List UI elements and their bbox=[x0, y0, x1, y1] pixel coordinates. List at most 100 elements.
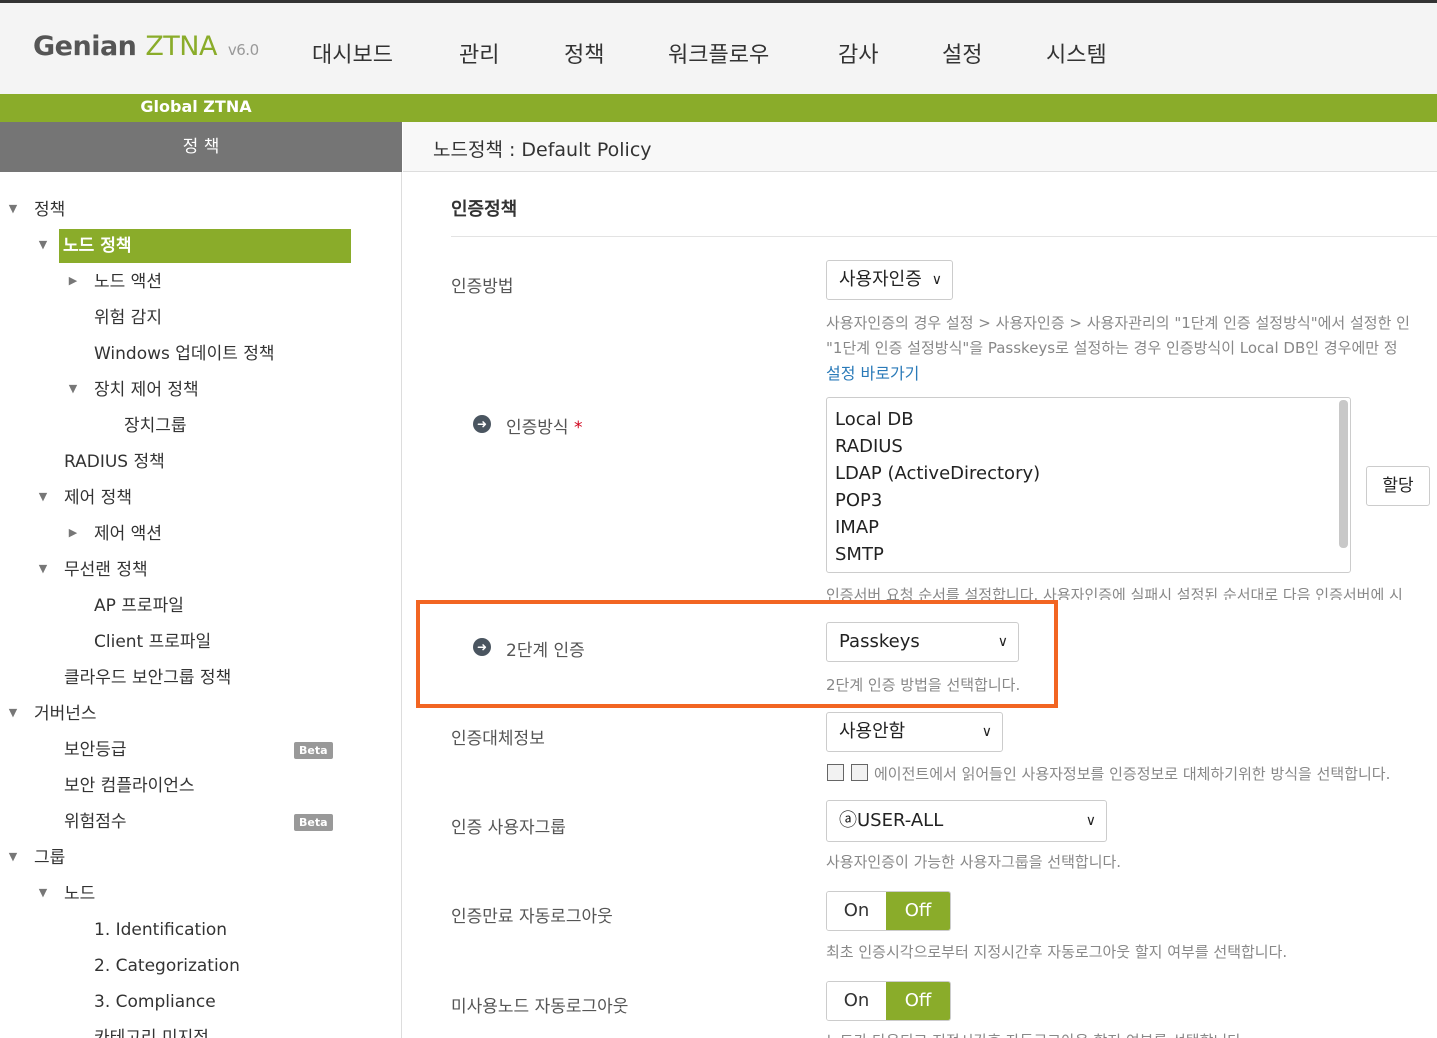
sidebar-title: 정 책 bbox=[0, 122, 402, 172]
arrow-right-circle-icon: ➜ bbox=[473, 638, 491, 656]
auth-method-label: 인증방법 bbox=[451, 277, 514, 297]
chevron-down-icon: ∨ bbox=[981, 724, 992, 740]
tree-radius-policy[interactable]: RADIUS 정책 bbox=[64, 445, 165, 479]
menu-policy[interactable]: 정책 bbox=[564, 37, 604, 69]
auth-method-help-1: 사용자인증의 경우 설정 > 사용자인증 > 사용자관리의 "1단계 인증 설정… bbox=[826, 314, 1410, 332]
logo[interactable]: Genian ZTNA v6.0 bbox=[33, 31, 259, 62]
caret-down-icon[interactable]: ▼ bbox=[66, 382, 80, 395]
tree-node[interactable]: 노드 bbox=[64, 877, 95, 911]
caret-down-icon[interactable]: ▼ bbox=[36, 238, 50, 251]
auth-method-select[interactable]: 사용자인증 ∨ bbox=[826, 260, 953, 300]
caret-down-icon[interactable]: ▼ bbox=[36, 490, 50, 503]
page-title: 노드정책 : Default Policy bbox=[433, 139, 652, 161]
caret-down-icon[interactable]: ▼ bbox=[36, 886, 50, 899]
alt-info-help: 에이전트에서 읽어들인 사용자정보를 인증정보로 대체하기위한 방식을 선택합니… bbox=[874, 765, 1391, 783]
auth-method-value: 사용자인증 bbox=[839, 269, 922, 290]
grid-icon bbox=[851, 764, 868, 781]
menu-system[interactable]: 시스템 bbox=[1046, 37, 1107, 69]
user-group-help: 사용자인증이 가능한 사용자그룹을 선택합니다. bbox=[826, 853, 1122, 871]
user-group-label: 인증 사용자그룹 bbox=[451, 818, 566, 838]
caret-right-icon[interactable]: ▶ bbox=[66, 526, 80, 539]
arrow-right-circle-icon: ➜ bbox=[473, 415, 491, 433]
caret-right-icon[interactable]: ▶ bbox=[66, 274, 80, 287]
settings-shortcut-link[interactable]: 설정 바로가기 bbox=[826, 360, 919, 384]
auth-type-label: 인증방식 * bbox=[506, 413, 582, 438]
auth-type-listbox[interactable]: Local DB RADIUS LDAP (ActiveDirectory) P… bbox=[826, 397, 1351, 573]
menu-settings[interactable]: 설정 bbox=[942, 37, 982, 69]
auth-type-label-text: 인증방식 bbox=[506, 418, 569, 438]
mfa-value: Passkeys bbox=[839, 631, 920, 652]
auth-type-option[interactable]: SMTP bbox=[835, 541, 1342, 568]
tree-device-control-policy[interactable]: 장치 제어 정책 bbox=[94, 373, 199, 407]
tree-risk-score[interactable]: 위험점수 bbox=[64, 805, 127, 839]
expire-logout-toggle[interactable]: On Off bbox=[826, 891, 951, 931]
tree-categorization[interactable]: 2. Categorization bbox=[94, 949, 240, 983]
content-header: 노드정책 : Default Policy bbox=[403, 122, 1437, 172]
beta-badge: Beta bbox=[294, 742, 333, 759]
auth-type-help: 인증서버 요청 순서를 설정합니다. 사용자인증에 실패시 설정된 순서대로 다… bbox=[826, 586, 1403, 600]
alt-info-select[interactable]: 사용안함 ∨ bbox=[826, 712, 1003, 752]
toggle-off[interactable]: Off bbox=[886, 982, 950, 1020]
required-mark: * bbox=[573, 418, 583, 438]
menu-management[interactable]: 관리 bbox=[459, 37, 499, 69]
top-bar: Genian ZTNA v6.0 대시보드 관리 정책 워크플로우 감사 설정 … bbox=[0, 0, 1437, 94]
caret-down-icon[interactable]: ▼ bbox=[36, 562, 50, 575]
tree-ap-profile[interactable]: AP 프로파일 bbox=[94, 589, 184, 623]
tree-wlan-policy[interactable]: 무선랜 정책 bbox=[64, 553, 148, 587]
auth-type-option[interactable]: Local DB bbox=[835, 406, 1342, 433]
listbox-scrollbar[interactable] bbox=[1339, 400, 1348, 548]
mfa-label: 2단계 인증 bbox=[506, 641, 585, 661]
tree-policy[interactable]: 정책 bbox=[34, 193, 65, 227]
logo-version: v6.0 bbox=[227, 41, 259, 59]
tree-uncategorized[interactable]: 카테고리 미지정 bbox=[94, 1021, 209, 1038]
site-name[interactable]: Global ZTNA bbox=[0, 97, 392, 116]
caret-down-icon[interactable]: ▼ bbox=[6, 202, 20, 215]
toggle-off[interactable]: Off bbox=[886, 892, 950, 930]
unused-logout-label: 미사용노드 자동로그아웃 bbox=[451, 997, 629, 1017]
expire-logout-label: 인증만료 자동로그아웃 bbox=[451, 907, 613, 927]
user-group-value: ⓐUSER-ALL bbox=[839, 810, 944, 831]
tree-control-action[interactable]: 제어 액션 bbox=[94, 517, 162, 551]
tree-risk-detection[interactable]: 위험 감지 bbox=[94, 301, 162, 335]
sidebar-tree: ▼ 정책 ▼ 노드 정책 ▶ 노드 액션 위험 감지 Windows 업데이트 … bbox=[0, 172, 402, 1038]
auth-type-option[interactable]: POP3 bbox=[835, 487, 1342, 514]
logo-genian: Genian bbox=[33, 31, 137, 62]
tree-governance[interactable]: 거버넌스 bbox=[34, 697, 97, 731]
auth-type-option[interactable]: IMAP bbox=[835, 514, 1342, 541]
user-group-select[interactable]: ⓐUSER-ALL ∨ bbox=[826, 800, 1107, 842]
tree-identification[interactable]: 1. Identification bbox=[94, 913, 227, 947]
mfa-select[interactable]: Passkeys ∨ bbox=[826, 622, 1019, 662]
unused-logout-help: 노드가 다운되고 지정시간후 자동로그아웃 할지 여부를 선택합니다. bbox=[826, 1030, 1246, 1038]
auth-type-option[interactable]: RADIUS bbox=[835, 433, 1342, 460]
tree-node-action[interactable]: 노드 액션 bbox=[94, 265, 162, 299]
chevron-down-icon: ∨ bbox=[931, 272, 942, 288]
logo-ztna: ZTNA bbox=[145, 31, 217, 62]
toggle-on[interactable]: On bbox=[827, 982, 887, 1020]
mfa-help: 2단계 인증 방법을 선택합니다. bbox=[826, 676, 1021, 694]
menu-workflow[interactable]: 워크플로우 bbox=[668, 37, 769, 69]
tree-compliance[interactable]: 3. Compliance bbox=[94, 985, 216, 1019]
alt-info-label: 인증대체정보 bbox=[451, 729, 545, 749]
tree-security-level[interactable]: 보안등급 bbox=[64, 733, 127, 767]
caret-down-icon[interactable]: ▼ bbox=[6, 706, 20, 719]
chevron-down-icon: ∨ bbox=[997, 634, 1008, 650]
tree-group[interactable]: 그룹 bbox=[34, 841, 65, 875]
beta-badge: Beta bbox=[294, 814, 333, 831]
tree-windows-update-policy[interactable]: Windows 업데이트 정책 bbox=[94, 337, 275, 371]
chevron-down-icon: ∨ bbox=[1085, 813, 1096, 829]
tree-client-profile[interactable]: Client 프로파일 bbox=[94, 625, 211, 659]
auth-type-option[interactable]: LDAP (ActiveDirectory) bbox=[835, 460, 1342, 487]
menu-audit[interactable]: 감사 bbox=[838, 37, 878, 69]
unused-logout-toggle[interactable]: On Off bbox=[826, 981, 951, 1021]
tree-security-compliance[interactable]: 보안 컴플라이언스 bbox=[64, 769, 195, 803]
caret-down-icon[interactable]: ▼ bbox=[6, 850, 20, 863]
tree-control-policy[interactable]: 제어 정책 bbox=[64, 481, 132, 515]
menu-dashboard[interactable]: 대시보드 bbox=[312, 37, 393, 69]
toggle-on[interactable]: On bbox=[827, 892, 887, 930]
assign-button[interactable]: 할당 bbox=[1366, 466, 1430, 506]
site-bar: Global ZTNA bbox=[0, 94, 1437, 122]
tree-device-group[interactable]: 장치그룹 bbox=[124, 409, 187, 443]
tree-node-policy[interactable]: 노드 정책 bbox=[59, 229, 351, 263]
tree-cloud-security-group[interactable]: 클라우드 보안그룹 정책 bbox=[64, 661, 231, 695]
auth-method-help-2: "1단계 인증 설정방식"을 Passkeys로 설정하는 경우 인증방식이 L… bbox=[826, 339, 1398, 357]
